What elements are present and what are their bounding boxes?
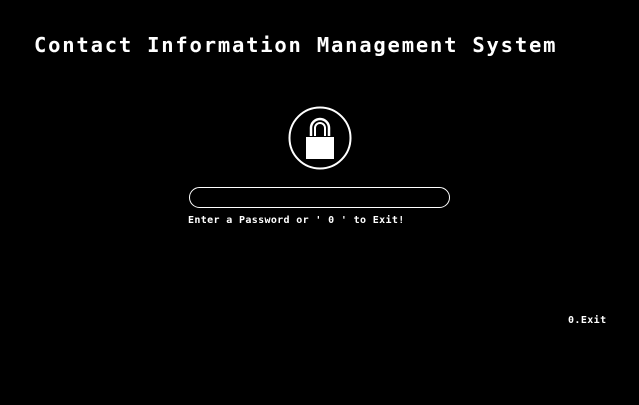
password-field[interactable] (189, 187, 450, 208)
exit-option[interactable]: 0.Exit (568, 314, 628, 328)
lock-icon (288, 106, 352, 170)
password-hint: Enter a Password or ' 0 ' to Exit! (188, 215, 405, 226)
app-title: Contact Information Management System (34, 33, 558, 57)
